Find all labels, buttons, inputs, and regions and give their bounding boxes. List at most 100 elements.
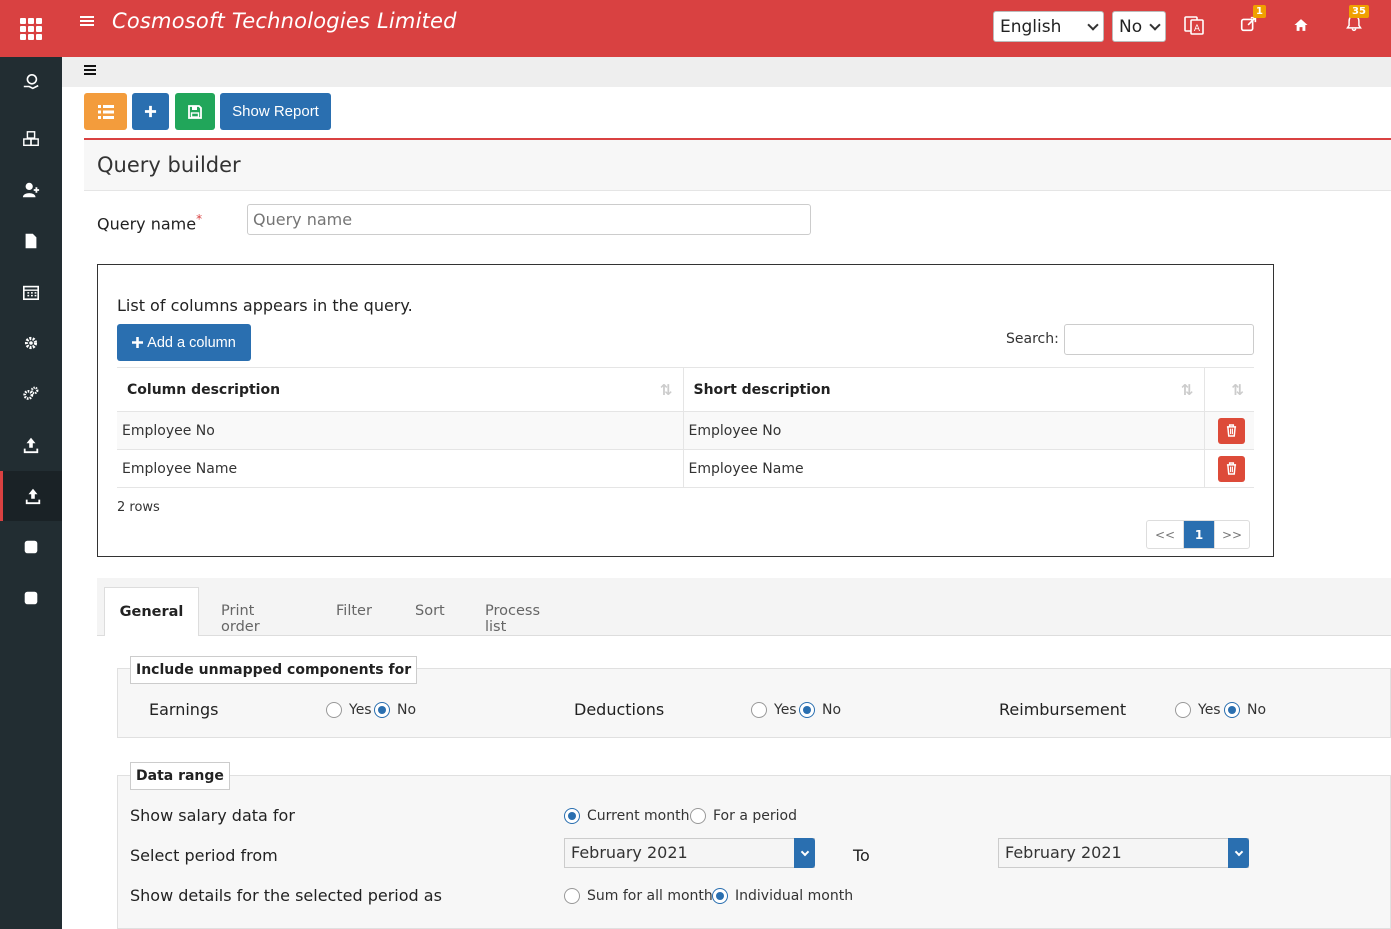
current-month-label: Current month <box>587 808 690 824</box>
sidebar-item-add-user[interactable] <box>0 165 62 215</box>
sidebar-item-organization[interactable] <box>0 114 62 164</box>
individual-month-radio[interactable] <box>712 888 728 904</box>
tab-filter[interactable]: Filter <box>336 587 372 636</box>
hamburger-menu-icon[interactable] <box>84 65 96 77</box>
earnings-yes-label: Yes <box>349 702 372 718</box>
calendar-icon <box>22 285 40 301</box>
show-report-button[interactable]: Show Report <box>220 93 331 130</box>
sidebar-item-payroll[interactable] <box>0 57 62 107</box>
sidebar-item-advanced-settings[interactable] <box>0 369 62 419</box>
upload-icon <box>23 437 39 454</box>
sidebar-item-module-b[interactable] <box>0 573 62 623</box>
deductions-label: Deductions <box>574 700 665 719</box>
sidebar <box>0 57 62 929</box>
square-icon <box>24 591 38 605</box>
sidebar-item-module-a[interactable] <box>0 522 62 572</box>
unmapped-legend: Include unmapped components for <box>130 656 418 684</box>
table-cell: Employee No <box>117 411 684 450</box>
table-cell <box>1204 449 1254 488</box>
select-period-label: Select period from <box>130 846 278 865</box>
tab-print-order[interactable]: Print order <box>221 587 260 636</box>
translate-icon[interactable]: A <box>1183 14 1205 36</box>
list-icon <box>97 104 114 119</box>
sidebar-item-upload-active[interactable] <box>0 471 62 521</box>
reimbursement-no-radio[interactable] <box>1224 702 1240 718</box>
list-button[interactable] <box>84 93 127 130</box>
table-cell: Employee No <box>683 411 1205 450</box>
data-range-legend: Data range <box>130 762 230 790</box>
language-select[interactable]: English <box>993 11 1104 42</box>
columns-table: Column description ⇅ Short description ⇅ ⇅… <box>117 367 1254 488</box>
show-salary-label: Show salary data for <box>130 806 295 825</box>
home-icon[interactable] <box>1293 14 1315 36</box>
search-label: Search: <box>1006 331 1059 347</box>
query-name-input[interactable] <box>247 204 811 235</box>
to-label: To <box>853 846 870 865</box>
reimbursement-yes-radio[interactable] <box>1175 702 1191 718</box>
tab-process-list[interactable]: Process list <box>485 587 540 636</box>
query-name-label: Query name* <box>97 212 202 233</box>
square-icon <box>24 540 38 554</box>
tab-general[interactable]: General <box>104 587 199 636</box>
sort-icon: ⇅ <box>1180 381 1194 399</box>
period-from-select[interactable]: February 2021 <box>564 838 815 868</box>
earnings-yes-radio[interactable] <box>326 702 342 718</box>
language-select-value: English <box>1000 16 1062 37</box>
period-to-value: February 2021 <box>1005 843 1122 862</box>
deductions-yes-radio[interactable] <box>751 702 767 718</box>
hamburger-menu-icon[interactable] <box>80 14 94 28</box>
column-header[interactable]: ⇅ <box>1204 367 1254 412</box>
table-header-row: Column description ⇅ Short description ⇅ ⇅ <box>117 367 1254 412</box>
table-cell: Employee Name <box>683 449 1205 488</box>
table-cell <box>1204 411 1254 450</box>
sidebar-item-documents[interactable] <box>0 216 62 266</box>
trash-icon <box>1227 423 1237 437</box>
tab-sort[interactable]: Sort <box>415 587 445 636</box>
notification-badge: 35 <box>1349 5 1369 18</box>
money-hand-icon <box>23 73 39 90</box>
trash-icon <box>1227 461 1237 475</box>
sidebar-item-upload[interactable] <box>0 420 62 470</box>
columns-box: List of columns appears in the query. Ad… <box>97 264 1274 557</box>
chevron-down-icon <box>1087 18 1099 31</box>
save-button[interactable] <box>175 93 215 130</box>
chevron-down-icon <box>1149 18 1161 31</box>
apps-grid-icon[interactable] <box>0 0 62 57</box>
column-header[interactable]: Short description ⇅ <box>683 367 1205 412</box>
individual-month-label: Individual month <box>735 888 854 904</box>
gears-icon <box>23 386 39 400</box>
sum-all-month-radio[interactable] <box>564 888 580 904</box>
cubes-icon <box>23 131 39 147</box>
earnings-no-radio[interactable] <box>374 702 390 718</box>
table-row: Employee Name Employee Name <box>117 449 1254 488</box>
pagination-prev[interactable]: << <box>1147 521 1184 548</box>
notification-badge: 1 <box>1253 5 1266 18</box>
page-title: Query builder <box>97 153 241 177</box>
current-month-radio[interactable] <box>564 808 580 824</box>
required-mark: * <box>196 212 203 226</box>
for-period-radio[interactable] <box>690 808 706 824</box>
delete-button[interactable] <box>1218 417 1246 444</box>
earnings-no-label: No <box>397 702 417 718</box>
delete-button[interactable] <box>1218 455 1246 482</box>
floppy-disk-icon <box>188 104 202 119</box>
pagination-next[interactable]: >> <box>1215 521 1249 548</box>
pagination-current[interactable]: 1 <box>1184 521 1215 548</box>
add-column-button[interactable]: Add a column <box>117 324 251 361</box>
deductions-yes-label: Yes <box>774 702 797 718</box>
plus-icon <box>144 105 157 118</box>
sidebar-item-calendar[interactable] <box>0 267 62 317</box>
period-to-select[interactable]: February 2021 <box>998 838 1249 868</box>
rows-count: 2 rows <box>117 500 160 515</box>
sidebar-item-settings[interactable] <box>0 318 62 368</box>
chevron-down-icon <box>794 838 815 868</box>
column-header[interactable]: Column description ⇅ <box>117 367 684 412</box>
reimbursement-label: Reimbursement <box>999 700 1127 719</box>
add-button[interactable] <box>132 93 169 130</box>
toggle-select[interactable]: No <box>1112 11 1166 42</box>
table-cell: Employee Name <box>117 449 684 488</box>
add-column-label: Add a column <box>147 334 236 351</box>
search-input[interactable] <box>1064 324 1254 355</box>
upload-icon <box>25 488 40 505</box>
deductions-no-radio[interactable] <box>799 702 815 718</box>
